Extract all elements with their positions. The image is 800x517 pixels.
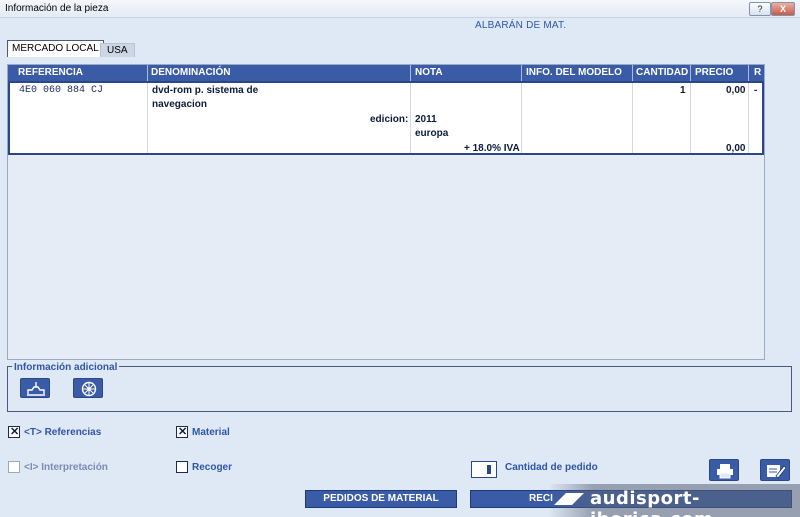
cell-denominacion-line2: navegacion bbox=[152, 99, 208, 110]
close-button[interactable]: X bbox=[771, 2, 795, 16]
check-mark-icon: ✕ bbox=[178, 426, 188, 438]
referencias-label[interactable]: <T> Referencias bbox=[24, 427, 101, 438]
info-adicional-box bbox=[7, 366, 792, 412]
cell-edicion-label: edicion: bbox=[370, 114, 409, 125]
header-nota[interactable]: NOTA bbox=[415, 67, 443, 78]
header-r[interactable]: R bbox=[754, 67, 761, 78]
pedidos-material-button[interactable]: PEDIDOS DE MATERIAL bbox=[305, 490, 457, 508]
parts-table: REFERENCIA DENOMINACIÓN NOTA INFO. DEL M… bbox=[7, 64, 765, 360]
recoger-label[interactable]: Recoger bbox=[192, 462, 232, 473]
header-precio[interactable]: PRECIO bbox=[695, 67, 733, 78]
cell-cantidad: 1 bbox=[680, 85, 686, 96]
cell-precio-total: 0,00 bbox=[726, 143, 746, 154]
tab-usa[interactable]: USA bbox=[100, 43, 135, 57]
check-mark-icon: ✕ bbox=[10, 426, 20, 438]
watermark-text: audisport-iberica.com bbox=[590, 488, 713, 517]
wheel-icon bbox=[81, 381, 97, 397]
header-info-modelo[interactable]: INFO. DEL MODELO bbox=[526, 67, 622, 78]
print-button[interactable] bbox=[709, 459, 739, 481]
cell-denominacion-line1: dvd-rom p. sistema de bbox=[152, 85, 259, 96]
material-label[interactable]: Material bbox=[192, 427, 230, 438]
table-row[interactable]: 4E0 060 884 CJ dvd-rom p. sistema de nav… bbox=[8, 81, 764, 155]
header-cantidad[interactable]: CANTIDAD bbox=[636, 67, 688, 78]
car-lift-button[interactable] bbox=[20, 378, 50, 398]
window-title: Información de la pieza bbox=[5, 3, 109, 14]
print-icon bbox=[717, 464, 733, 479]
interpretacion-label: <I> Interpretación bbox=[24, 462, 108, 473]
watermark: audisport-iberica.com bbox=[548, 484, 800, 517]
cantidad-pedido-label: Cantidad de pedido bbox=[505, 462, 598, 473]
cell-iva: + 18.0% IVA bbox=[464, 143, 520, 154]
wheel-button[interactable] bbox=[73, 378, 103, 398]
header-denominacion[interactable]: DENOMINACIÓN bbox=[151, 67, 230, 78]
edit-note-button[interactable] bbox=[760, 459, 790, 481]
cell-precio: 0,00 bbox=[726, 85, 746, 96]
watermark-logo-icon bbox=[554, 493, 584, 505]
material-checkbox[interactable]: ✕ bbox=[176, 426, 188, 438]
car-lift-icon bbox=[27, 382, 45, 396]
help-button[interactable]: ? bbox=[749, 2, 771, 16]
referencias-checkbox[interactable]: ✕ bbox=[8, 426, 20, 438]
cell-referencia: 4E0 060 884 CJ bbox=[19, 85, 104, 96]
interpretacion-checkbox bbox=[8, 461, 20, 473]
cell-nota-line1: 2011 bbox=[415, 114, 437, 125]
cell-r: - bbox=[754, 85, 758, 96]
tab-mercado-local[interactable]: MERCADO LOCAL bbox=[7, 40, 104, 57]
info-adicional-label: Información adicional bbox=[12, 362, 120, 373]
recoger-checkbox[interactable] bbox=[176, 461, 188, 473]
edit-note-icon bbox=[767, 465, 786, 479]
document-title: ALBARÁN DE MAT. bbox=[475, 20, 567, 31]
cell-nota-line2: europa bbox=[415, 128, 449, 139]
table-header: REFERENCIA DENOMINACIÓN NOTA INFO. DEL M… bbox=[8, 65, 764, 81]
cantidad-pedido-input[interactable] bbox=[471, 461, 497, 478]
window-titlebar: Información de la pieza ? X bbox=[0, 0, 800, 18]
header-referencia[interactable]: REFERENCIA bbox=[18, 67, 83, 78]
